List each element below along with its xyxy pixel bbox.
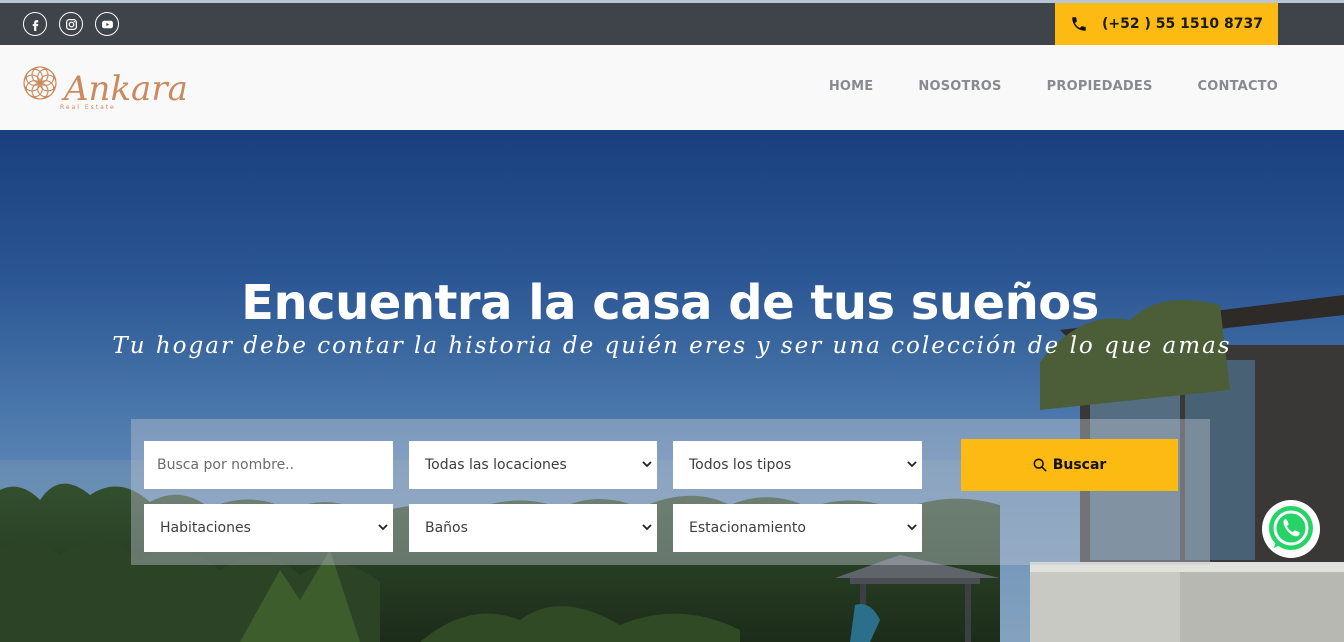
phone-button[interactable]: (+52 ) 55 1510 8737 [1055,3,1278,45]
chevron-down-icon [642,461,652,468]
site-logo[interactable]: Ankara Real Estate [20,63,205,115]
chevron-down-icon [907,524,917,531]
nav-contacto[interactable]: CONTACTO [1198,79,1278,94]
location-select-value: Todas las locaciones [425,457,567,473]
parking-select[interactable]: Estacionamiento [673,504,922,552]
baths-select-value: Baños [425,520,468,536]
property-search-panel: Busca por nombre.. Todas las locaciones … [131,419,1210,565]
baths-select[interactable]: Baños [409,504,657,552]
main-nav: HOME NOSOTROS PROPIEDADES CONTACTO [829,79,1278,94]
instagram-icon[interactable] [59,12,83,36]
name-search-input[interactable]: Busca por nombre.. [144,441,393,489]
hero-background-image [0,295,1344,642]
youtube-icon[interactable] [95,12,119,36]
nav-propiedades[interactable]: PROPIEDADES [1047,79,1153,94]
chevron-down-icon [378,524,388,531]
type-select-value: Todos los tipos [689,457,792,473]
rooms-select-value: Habitaciones [160,520,251,536]
main-navbar: Ankara Real Estate HOME NOSOTROS PROPIED… [0,45,1344,130]
nav-home[interactable]: HOME [829,79,874,94]
whatsapp-button[interactable] [1262,500,1320,558]
search-button-label: Buscar [1052,457,1107,473]
chevron-down-icon [907,461,917,468]
search-icon [1033,458,1047,472]
phone-icon [1072,17,1086,31]
type-select[interactable]: Todos los tipos [673,441,922,489]
search-button[interactable]: Buscar [961,439,1178,491]
top-bar: (+52 ) 55 1510 8737 [0,3,1344,45]
svg-text:Ankara: Ankara [61,69,188,109]
chevron-down-icon [642,524,652,531]
parking-select-value: Estacionamiento [689,520,806,536]
whatsapp-icon [1269,506,1313,550]
hero-section: Encuentra la casa de tus sueños Tu hogar… [0,130,1344,642]
phone-number: (+52 ) 55 1510 8737 [1102,16,1263,32]
svg-text:Real Estate: Real Estate [60,104,116,111]
hero-title: Encuentra la casa de tus sueños [241,275,1099,331]
location-select[interactable]: Todas las locaciones [409,441,657,489]
facebook-icon[interactable] [23,12,47,36]
nav-nosotros[interactable]: NOSOTROS [918,79,1001,94]
hero-subtitle: Tu hogar debe contar la historia de quié… [112,333,1232,359]
rooms-select[interactable]: Habitaciones [144,504,393,552]
